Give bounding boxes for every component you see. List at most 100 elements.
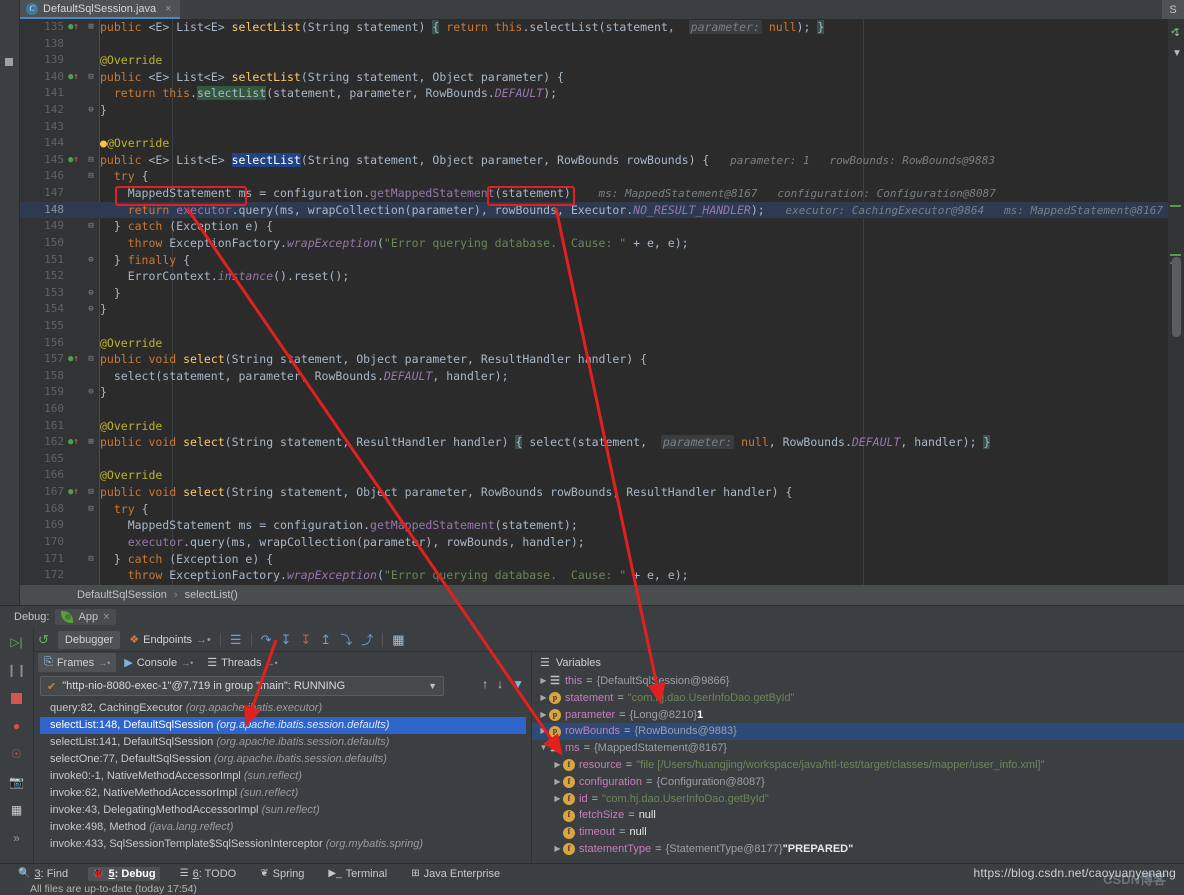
code-line[interactable]: 162 ●↑ ⊞ public void select(String statemen… — [20, 434, 1184, 451]
code-line[interactable]: 151 ⊖ } finally { — [20, 252, 1184, 269]
chevron-down-icon[interactable]: ▼ — [428, 681, 437, 691]
move-down-icon[interactable]: ↓ — [497, 677, 503, 691]
chevron-right-icon[interactable]: ▶ — [552, 841, 563, 858]
tool-window-button-todo[interactable]: ☰ 6: TODO — [176, 867, 241, 881]
fold-toggle-icon[interactable]: ⊟ — [82, 168, 100, 185]
settings-camera-icon[interactable]: 📷 — [9, 774, 25, 790]
tab-frames[interactable]: ⎘ Frames →• — [38, 653, 117, 672]
debug-session-tab-app[interactable]: App × — [55, 609, 116, 625]
code-line[interactable]: 165 — [20, 451, 1184, 468]
override-marker-icon[interactable]: ●↑ — [68, 351, 79, 368]
code-line[interactable]: 147 MappedStatement ms = configuration.g… — [20, 185, 1184, 202]
evaluate-expression-icon[interactable]: ▦ — [392, 632, 404, 648]
resume-program-icon[interactable]: ▷| — [9, 634, 25, 650]
override-marker-icon[interactable]: ●↑ — [68, 484, 79, 501]
code-line[interactable]: 141 return this.selectList(statement, pa… — [20, 85, 1184, 102]
fold-toggle-icon[interactable]: ⊖ — [82, 252, 100, 269]
variable-row[interactable]: f timeout = null — [532, 824, 1184, 841]
mute-breakpoints-icon[interactable]: ☉ — [9, 746, 25, 762]
code-line[interactable]: 139 @Override — [20, 52, 1184, 69]
code-line[interactable]: 135 ●↑ ⊞ public <E> List<E> selectList(Stri… — [20, 19, 1184, 36]
override-marker-icon[interactable]: ●↑ — [68, 434, 79, 451]
code-line[interactable]: 170 executor.query(ms, wrapCollection(pa… — [20, 534, 1184, 551]
code-line[interactable]: 161 @Override — [20, 418, 1184, 435]
chevron-right-icon[interactable]: ▶ — [552, 791, 563, 808]
frame-item[interactable]: selectList:141, DefaultSqlSession (org.a… — [40, 734, 526, 751]
code-line[interactable]: 145 ●↑ ⊟ public <E> List<E> selectList(Stri… — [20, 152, 1184, 169]
step-out-icon[interactable]: ↥ — [320, 632, 331, 648]
frame-item[interactable]: invoke0:-1, NativeMethodAccessorImpl (su… — [40, 768, 526, 785]
tool-window-button-debug[interactable]: 🐞 5: Debug — [88, 866, 160, 881]
drop-frame-icon[interactable]: ⤵ — [340, 631, 352, 648]
fold-toggle-icon[interactable]: ⊖ — [82, 285, 100, 302]
code-editor[interactable]: 135 ●↑ ⊞ public <E> List<E> selectList(Stri… — [20, 19, 1184, 585]
code-line[interactable]: 168 ⊟ try { — [20, 501, 1184, 518]
move-up-icon[interactable]: ↑ — [482, 677, 488, 691]
code-line[interactable]: 160 — [20, 401, 1184, 418]
code-line[interactable]: 150 throw ExceptionFactory.wrapException… — [20, 235, 1184, 252]
frame-item[interactable]: invoke:43, DelegatingMethodAccessorImpl … — [40, 802, 526, 819]
chevron-right-icon[interactable]: ▶ — [552, 774, 563, 791]
stop-icon[interactable] — [9, 690, 25, 706]
step-over-icon[interactable]: ↷ — [261, 632, 272, 648]
frame-item[interactable]: invoke:498, Method (java.lang.reflect) — [40, 819, 526, 836]
breadcrumb-method[interactable]: selectList() — [185, 589, 238, 601]
rerun-icon[interactable]: ↺ — [38, 632, 49, 648]
code-line[interactable]: 154 ⊖} — [20, 301, 1184, 318]
variable-row[interactable]: ▶ f statementType = {StatementType@8177} "PR… — [532, 841, 1184, 858]
code-line[interactable]: 156 @Override — [20, 335, 1184, 352]
code-line[interactable]: 166 @Override — [20, 467, 1184, 484]
code-line[interactable]: 146 ⊟ try { — [20, 168, 1184, 185]
frames-list[interactable]: query:82, CachingExecutor (org.apache.ib… — [40, 700, 526, 861]
tool-window-button-terminal[interactable]: ▶_ Terminal — [324, 867, 391, 881]
filter-icon[interactable]: ▼ — [512, 677, 524, 691]
code-line[interactable]: 157 ●↑ ⊟ public void select(String statemen… — [20, 351, 1184, 368]
breadcrumb-class[interactable]: DefaultSqlSession — [77, 589, 167, 601]
restore-layout-icon[interactable]: ▦ — [9, 802, 25, 818]
code-line[interactable]: 148 return executor.query(ms, wrapCollec… — [20, 201, 1184, 219]
tab-endpoints[interactable]: ❖ Endpoints →• — [129, 633, 211, 647]
tab-debugger[interactable]: Debugger — [57, 630, 121, 649]
variable-row[interactable]: ▶ p parameter = {Long@8210} 1 — [532, 707, 1184, 724]
variable-row[interactable]: ▶ f configuration = {Configuration@8087} — [532, 774, 1184, 791]
close-icon[interactable]: × — [103, 611, 109, 623]
code-line[interactable]: 167 ●↑ ⊟ public void select(String statemen… — [20, 484, 1184, 501]
fold-toggle-icon[interactable]: ⊞ — [82, 19, 100, 36]
chevron-right-icon[interactable]: ▶ — [552, 757, 563, 774]
pause-program-icon[interactable]: ❙❙ — [6, 662, 26, 678]
variable-row[interactable]: f fetchSize = null — [532, 807, 1184, 824]
editor-error-stripe[interactable]: ✔ — [1168, 19, 1184, 585]
code-line[interactable]: 149 ⊟ } catch (Exception e) { — [20, 218, 1184, 235]
chevron-right-icon[interactable]: ▶ — [538, 673, 549, 690]
variables-tree[interactable]: ▶ ☰ this = {DefaultSqlSession@9866} ▶ p stateme… — [532, 673, 1184, 863]
thread-selector[interactable]: ✔ "http-nio-8080-exec-1"@7,719 in group … — [40, 676, 444, 696]
variable-row[interactable]: ▼ ☰ ms = {MappedStatement@8167} — [532, 740, 1184, 757]
tool-window-button-spring[interactable]: ❦ Spring — [256, 867, 308, 881]
variable-row[interactable]: ▶ p rowBounds = {RowBounds@9883} — [532, 723, 1184, 741]
fold-toggle-icon[interactable]: ⊟ — [82, 351, 100, 368]
override-marker-icon[interactable]: ●↑ — [68, 152, 79, 169]
view-breakpoints-icon[interactable]: ● — [9, 718, 25, 734]
code-line[interactable]: 140 ●↑ ⊟ public <E> List<E> selectList(Stri… — [20, 69, 1184, 86]
more-icon[interactable]: » — [9, 830, 25, 846]
variable-row[interactable]: ▶ f id = "com.hj.dao.UserInfoDao.getById" — [532, 791, 1184, 808]
variable-row[interactable]: ▶ ☰ this = {DefaultSqlSession@9866} — [532, 673, 1184, 690]
frame-item[interactable]: selectOne:77, DefaultSqlSession (org.apa… — [40, 751, 526, 768]
fold-toggle-icon[interactable]: ⊖ — [82, 301, 100, 318]
force-step-into-icon[interactable]: ↧ — [300, 632, 311, 648]
editor-scrollbar-thumb[interactable] — [1172, 257, 1181, 337]
code-line[interactable]: 171 ⊟ } catch (Exception e) { — [20, 551, 1184, 568]
override-marker-icon[interactable]: ●↑ — [68, 19, 79, 36]
chevron-down-icon[interactable]: ▼ — [538, 740, 549, 757]
frame-item[interactable]: invoke:62, NativeMethodAccessorImpl (sun… — [40, 785, 526, 802]
chevron-right-icon[interactable]: ▶ — [538, 707, 549, 724]
fold-toggle-icon[interactable]: ⊖ — [82, 384, 100, 401]
code-line[interactable]: 172 throw ExceptionFactory.wrapException… — [20, 567, 1184, 584]
override-marker-icon[interactable]: ●↑ — [68, 69, 79, 86]
code-line[interactable]: 152 ErrorContext.instance().reset(); — [20, 268, 1184, 285]
code-line[interactable]: 153 ⊖ } — [20, 285, 1184, 302]
frame-item[interactable]: selectList:148, DefaultSqlSession (org.a… — [40, 717, 526, 734]
fold-toggle-icon[interactable]: ⊟ — [82, 152, 100, 169]
fold-toggle-icon[interactable]: ⊟ — [82, 501, 100, 518]
run-to-cursor-icon[interactable]: ⤴ — [361, 631, 373, 648]
